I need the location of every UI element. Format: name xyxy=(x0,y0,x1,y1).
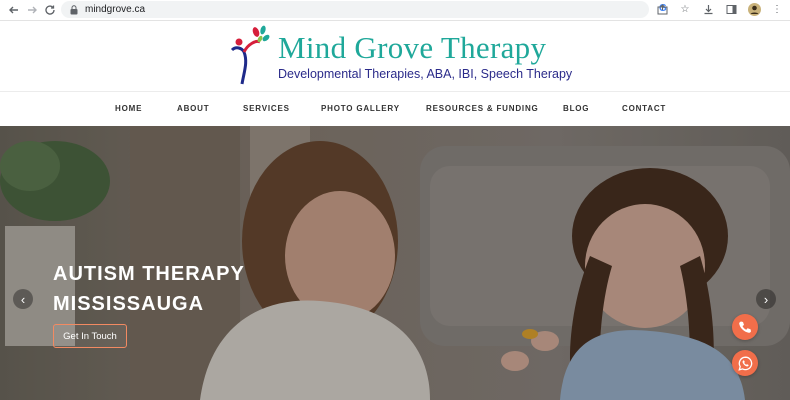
url-text: mindgrove.ca xyxy=(85,4,146,15)
browser-toolbar: mindgrove.ca G ☆ ⋮ xyxy=(0,0,790,21)
phone-call-button[interactable] xyxy=(732,314,758,340)
menu-icon[interactable]: ⋮ xyxy=(770,2,784,16)
nav-item-contact[interactable]: CONTACT xyxy=(622,104,666,113)
forward-icon[interactable] xyxy=(24,2,40,18)
main-navigation: HOME ABOUT SERVICES PHOTO GALLERY RESOUR… xyxy=(0,91,790,127)
sidebar-icon[interactable] xyxy=(724,2,738,16)
nav-item-about[interactable]: ABOUT xyxy=(177,104,209,113)
nav-item-resources-funding[interactable]: RESOURCES & FUNDING xyxy=(426,104,539,113)
get-in-touch-button[interactable]: Get In Touch xyxy=(53,324,127,348)
whatsapp-icon xyxy=(737,356,752,371)
nav-item-services[interactable]: SERVICES xyxy=(243,104,290,113)
phone-icon xyxy=(739,321,751,333)
lock-icon xyxy=(69,4,79,15)
hero-title-line-2: MISSISSAUGA xyxy=(53,293,205,315)
hero-title: AUTISM THERAPY MISSISSAUGA xyxy=(53,259,245,319)
site-brand[interactable]: Mind Grove Therapy xyxy=(278,30,546,66)
nav-item-blog[interactable]: BLOG xyxy=(563,104,589,113)
nav-item-photo-gallery[interactable]: PHOTO GALLERY xyxy=(321,104,400,113)
hero-title-line-1: AUTISM THERAPY xyxy=(53,263,245,285)
nav-item-home[interactable]: HOME xyxy=(115,104,142,113)
profile-icon[interactable] xyxy=(747,2,761,16)
slider-prev-icon[interactable]: ‹ xyxy=(13,289,33,309)
address-bar[interactable]: mindgrove.ca xyxy=(61,1,649,18)
bookmark-icon[interactable]: ☆ xyxy=(678,2,692,16)
back-icon[interactable] xyxy=(6,2,22,18)
share-icon[interactable] xyxy=(655,2,669,16)
logo-icon[interactable] xyxy=(226,22,274,88)
site-tagline: Developmental Therapies, ABA, IBI, Speec… xyxy=(278,67,573,81)
whatsapp-button[interactable] xyxy=(732,350,758,376)
download-icon[interactable] xyxy=(701,2,715,16)
reload-icon[interactable] xyxy=(42,2,58,18)
slider-next-icon[interactable]: › xyxy=(756,289,776,309)
